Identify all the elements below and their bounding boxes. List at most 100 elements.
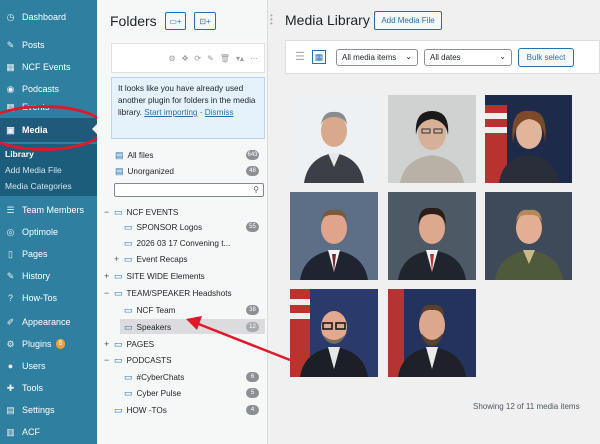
sidebar-item-label: Optimole	[22, 227, 59, 237]
sidebar-item-ncf-events[interactable]: ▦ NCF Events	[0, 56, 97, 78]
folder-all-files[interactable]: ▤ All files 643	[115, 148, 265, 162]
sidebar-item-dashboard[interactable]: ◷ Dashboard	[0, 6, 97, 28]
media-submenu: Library Add Media File Media Categories	[0, 144, 97, 196]
folder-pages[interactable]: + ▭ PAGES	[104, 337, 265, 351]
folder-label: PODCASTS	[126, 355, 172, 365]
sidebar-item-team-members[interactable]: ☰ Team Members	[0, 199, 97, 221]
folders-title: Folders	[110, 13, 157, 29]
folder-unorganized[interactable]: ▤ Unorganized 48	[115, 164, 265, 178]
folder-icon: ▭	[124, 321, 133, 332]
new-subfolder-button[interactable]: ⊡+	[194, 12, 216, 30]
admin-sidebar: ◷ Dashboard ✎ Posts ▦ NCF Events ◉ Podca…	[0, 0, 98, 444]
collapse-icon[interactable]: −	[104, 355, 114, 365]
folder-count: 38	[246, 305, 259, 315]
start-importing-link[interactable]: Start importing	[144, 108, 197, 117]
sidebar-item-history[interactable]: ✎ History	[0, 265, 97, 287]
media-thumbnail[interactable]	[290, 289, 378, 377]
pushpin-icon: ✎	[6, 39, 15, 50]
folder-ncf-team[interactable]: ▭ NCF Team 38	[114, 303, 265, 317]
sidebar-item-optimole[interactable]: ◎ Optimole	[0, 221, 97, 243]
sidebar-item-pages[interactable]: ▯ Pages	[0, 243, 97, 265]
sidebar-item-tools[interactable]: ✚ Tools	[0, 377, 97, 399]
folder-sponsor-logos[interactable]: ▭ SPONSOR Logos 55	[114, 220, 265, 234]
media-thumbnail[interactable]	[290, 192, 378, 280]
sidebar-item-acf[interactable]: ▥ ACF	[0, 421, 97, 443]
media-thumbnail[interactable]	[388, 192, 476, 280]
folder-label: Cyber Pulse	[136, 388, 182, 398]
folder-site-wide-elements[interactable]: + ▭ SITE WIDE Elements	[104, 269, 265, 283]
expand-icon[interactable]: +	[104, 339, 114, 349]
files-icon: ▤	[115, 165, 124, 176]
folder-count: 5	[246, 388, 259, 398]
plugin-icon: ⚙	[6, 338, 15, 349]
expand-icon[interactable]: +	[114, 254, 124, 264]
folder-how-tos[interactable]: ▭ HOW -TOs 4	[104, 403, 265, 417]
edit-icon[interactable]: ✎	[207, 54, 214, 63]
submenu-media-categories[interactable]: Media Categories	[0, 178, 97, 194]
trash-icon[interactable]: 🗑	[220, 54, 230, 63]
submenu-add-media-file[interactable]: Add Media File	[0, 162, 97, 178]
panel-resize-handle[interactable]: • • •	[270, 12, 276, 28]
folder-icon: ▭	[114, 404, 123, 415]
sidebar-item-how-tos[interactable]: ? How-Tos	[0, 287, 97, 309]
folder-2026-convening[interactable]: ▭ 2026 03 17 Convening t...	[114, 236, 265, 250]
dashboard-icon: ◷	[6, 11, 15, 22]
media-thumbnail[interactable]	[485, 192, 572, 280]
folder-podcasts[interactable]: − ▭ PODCASTS	[104, 353, 265, 367]
collapse-icon[interactable]: −	[104, 288, 114, 298]
folder-label: 2026 03 17 Convening t...	[136, 238, 231, 248]
media-thumbnail[interactable]	[290, 95, 378, 183]
sidebar-item-appearance[interactable]: ✐ Appearance	[0, 311, 97, 333]
expand-icon[interactable]: +	[104, 271, 114, 281]
portrait-image	[290, 289, 378, 377]
folder-cyber-pulse[interactable]: ▭ Cyber Pulse 5	[114, 386, 265, 400]
media-type-select[interactable]: All media items ⌄	[336, 49, 418, 66]
new-folder-button[interactable]: ▭+	[165, 12, 186, 30]
folder-icon: ▭	[114, 338, 123, 349]
list-view-icon[interactable]: ☰	[295, 51, 307, 63]
sidebar-item-label: Settings	[22, 405, 55, 415]
folder-team-speaker-headshots[interactable]: − ▭ TEAM/SPEAKER Headshots	[104, 286, 265, 300]
calendar-icon: ▦	[6, 101, 15, 112]
folder-label: NCF EVENTS	[126, 207, 179, 217]
refresh-icon[interactable]: ⟳	[194, 54, 201, 63]
settings-icon[interactable]: ⚙	[169, 54, 176, 63]
bulk-select-button[interactable]: Bulk select	[518, 48, 574, 67]
folder-count: 643	[246, 150, 259, 160]
optimole-icon: ◎	[6, 226, 15, 237]
folder-ncf-events[interactable]: − ▭ NCF EVENTS	[104, 205, 265, 219]
sidebar-item-events[interactable]: ▦ Events	[0, 100, 97, 114]
sidebar-item-settings[interactable]: ▤ Settings	[0, 399, 97, 421]
sidebar-item-label: ACF	[22, 427, 40, 437]
sidebar-item-plugins[interactable]: ⚙ Plugins 6	[0, 333, 97, 355]
sidebar-item-posts[interactable]: ✎ Posts	[0, 34, 97, 56]
sidebar-item-media[interactable]: ▣ Media	[0, 118, 98, 142]
more-icon[interactable]: ⋯	[250, 54, 258, 63]
add-media-file-button[interactable]: Add Media File	[374, 11, 442, 30]
dismiss-link[interactable]: Dismiss	[205, 108, 234, 117]
folder-label: NCF Team	[136, 305, 176, 315]
folder-icon: ▭	[114, 206, 123, 217]
folder-label: HOW -TOs	[126, 405, 167, 415]
media-thumbnail[interactable]	[485, 95, 572, 183]
collapse-icon[interactable]: −	[104, 207, 114, 217]
sidebar-item-podcasts[interactable]: ◉ Podcasts	[0, 78, 97, 100]
media-thumbnail[interactable]	[388, 95, 476, 183]
sidebar-item-label: Posts	[22, 40, 45, 50]
sort-icon[interactable]: ▾▴	[236, 54, 244, 63]
sidebar-item-label: Pages	[22, 249, 48, 259]
sidebar-item-users[interactable]: ● Users	[0, 355, 97, 377]
folder-event-recaps[interactable]: + ▭ Event Recaps	[114, 252, 265, 266]
submenu-library[interactable]: Library	[0, 146, 97, 162]
sidebar-item-label: NCF Events	[22, 62, 71, 72]
wrench-icon: ✚	[6, 382, 15, 393]
sidebar-content-group: ✎ Posts ▦ NCF Events ◉ Podcasts ▦ Events	[0, 34, 97, 114]
move-icon[interactable]: ✥	[182, 54, 189, 63]
folder-search-input[interactable]: ⚲	[114, 183, 264, 197]
folder-speakers[interactable]: ▭ Speakers 12	[114, 320, 265, 334]
grid-view-icon[interactable]: ▦	[312, 50, 326, 64]
sidebar-item-label: Events	[22, 102, 50, 112]
folder-cyberchats[interactable]: ▭ #CyberChats 6	[114, 370, 265, 384]
date-select[interactable]: All dates ⌄	[424, 49, 512, 66]
media-thumbnail[interactable]	[388, 289, 476, 377]
